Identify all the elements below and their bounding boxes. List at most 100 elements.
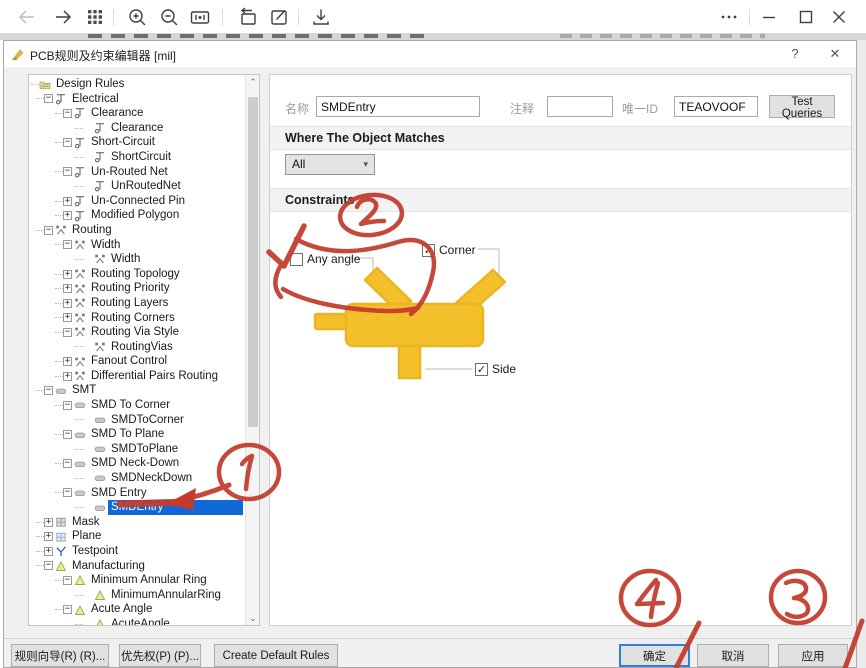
collapse-icon[interactable]: − [63,109,72,118]
tree-item-clearance[interactable]: −Clearance [31,106,243,121]
tree-item-smdtocorner[interactable]: SMDToCorner [31,413,243,428]
close-window-icon[interactable] [828,6,850,28]
edit-icon[interactable] [268,6,290,28]
tree-item-minimumannularring[interactable]: MinimumAnnularRing [31,588,243,603]
tree-item-acute-angle[interactable]: −Acute Angle [31,602,243,617]
tree-item-unroutednet[interactable]: UnRoutedNet [31,179,243,194]
tree-item-routing[interactable]: −Routing [31,223,243,238]
collapse-icon[interactable]: − [44,561,53,570]
expand-icon[interactable]: + [63,211,72,220]
unique-id-input[interactable] [674,96,758,117]
cancel-button[interactable]: 取消 [697,644,769,667]
collapse-icon[interactable]: − [63,167,72,176]
tree-connector [55,142,63,143]
tree-item-smd-entry[interactable]: −SMD Entry [31,486,243,501]
expand-icon[interactable]: + [44,532,53,541]
collapse-icon[interactable]: − [63,576,72,585]
rule-wizard-button[interactable]: 规则向导(R) (R)... [11,644,109,667]
expand-icon[interactable]: + [63,197,72,206]
expand-icon[interactable]: + [63,299,72,308]
scroll-down-icon[interactable]: ⌄ [246,611,260,625]
tree-item-routingvias[interactable]: RoutingVias [31,340,243,355]
tree-item-smd-neck-down[interactable]: −SMD Neck-Down [31,456,243,471]
maximize-icon[interactable] [795,6,817,28]
tree-item-routing-via-style[interactable]: −Routing Via Style [31,325,243,340]
tree-item-electrical[interactable]: −Electrical [31,92,243,107]
close-dialog-button[interactable]: ✕ [826,45,844,63]
scope-select[interactable]: All ▾ [285,154,375,175]
checkbox-side[interactable]: ✓ [475,363,488,376]
expand-icon[interactable]: + [63,313,72,322]
comment-input[interactable] [547,96,613,117]
forward-icon[interactable] [52,6,74,28]
tree-item-un-connected-pin[interactable]: +Un-Connected Pin [31,194,243,209]
tree-item-modified-polygon[interactable]: +Modified Polygon [31,208,243,223]
tree-item-routing-layers[interactable]: +Routing Layers [31,296,243,311]
collapse-icon[interactable]: − [63,605,72,614]
tree-item-smdtoplane[interactable]: SMDToPlane [31,442,243,457]
tree-item-testpoint[interactable]: +Testpoint [31,544,243,559]
tree-item-un-routed-net[interactable]: −Un-Routed Net [31,165,243,180]
tree-item-design-rules[interactable]: Design Rules [31,77,243,92]
name-input[interactable] [316,96,480,117]
create-default-rules-button[interactable]: Create Default Rules [214,644,338,667]
apply-button[interactable]: 应用 [778,644,848,667]
expand-icon[interactable]: + [63,372,72,381]
tree-item-routing-corners[interactable]: +Routing Corners [31,311,243,326]
back-icon[interactable] [16,6,38,28]
test-queries-button[interactable]: Test Queries [769,95,835,118]
checkbox-any-angle[interactable] [290,253,303,266]
ok-button[interactable]: 确定 [619,644,690,667]
tree-item-mask[interactable]: +Mask [31,515,243,530]
tree-item-short-circuit[interactable]: −Short-Circuit [31,135,243,150]
tree-item-fanout-control[interactable]: +Fanout Control [31,354,243,369]
collapse-icon[interactable]: − [63,459,72,468]
tree-item-smdneckdown[interactable]: SMDNeckDown [31,471,243,486]
expand-icon[interactable]: + [63,284,72,293]
collapse-icon[interactable]: − [44,386,53,395]
more-icon[interactable] [718,6,740,28]
tree-item-clearance[interactable]: Clearance [31,121,243,136]
tree-item-shortcircuit[interactable]: ShortCircuit [31,150,243,165]
tree-item-differential-pairs-routing[interactable]: +Differential Pairs Routing [31,369,243,384]
one-to-one-icon[interactable] [189,6,211,28]
tree-item-routing-topology[interactable]: +Routing Topology [31,267,243,282]
zoom-out-icon[interactable] [158,6,180,28]
tree-item-smd-to-plane[interactable]: −SMD To Plane [31,427,243,442]
collapse-icon[interactable]: − [63,138,72,147]
tree-item-smt[interactable]: −SMT [31,383,243,398]
collapse-icon[interactable]: − [63,240,72,249]
collapse-icon[interactable]: − [63,488,72,497]
expand-icon[interactable]: + [44,518,53,527]
tree-scrollbar[interactable]: ⌃ ⌄ [245,75,259,625]
collapse-icon[interactable]: − [63,328,72,337]
tree-item-width[interactable]: −Width [31,238,243,253]
tree-item-minimum-annular-ring[interactable]: −Minimum Annular Ring [31,573,243,588]
expand-icon[interactable]: + [44,547,53,556]
priorities-button[interactable]: 优先权(P) (P)... [119,644,201,667]
routing-icon [74,312,86,324]
rotate-page-icon[interactable] [237,6,259,28]
electrical-icon [74,210,86,222]
tree-item-acuteangle[interactable]: AcuteAngle [31,617,243,625]
collapse-icon[interactable]: − [63,430,72,439]
zoom-in-icon[interactable] [126,6,148,28]
scroll-up-icon[interactable]: ⌃ [246,75,260,89]
tree-item-smd-to-corner[interactable]: −SMD To Corner [31,398,243,413]
tree-item-smdentry[interactable]: SMDEntry [31,500,243,515]
help-button[interactable]: ? [786,45,804,63]
minimize-icon[interactable] [758,6,780,28]
collapse-icon[interactable]: − [44,226,53,235]
checkbox-corner[interactable]: ✓ [422,244,435,257]
tree-item-plane[interactable]: +Plane [31,529,243,544]
tree-item-routing-priority[interactable]: +Routing Priority [31,281,243,296]
collapse-icon[interactable]: − [44,94,53,103]
tree-item-manufacturing[interactable]: −Manufacturing [31,559,243,574]
download-icon[interactable] [310,6,332,28]
expand-icon[interactable]: + [63,357,72,366]
expand-icon[interactable]: + [63,270,72,279]
apps-grid-icon[interactable] [84,6,106,28]
scrollbar-thumb[interactable] [248,97,258,427]
tree-item-width[interactable]: Width [31,252,243,267]
collapse-icon[interactable]: − [63,401,72,410]
